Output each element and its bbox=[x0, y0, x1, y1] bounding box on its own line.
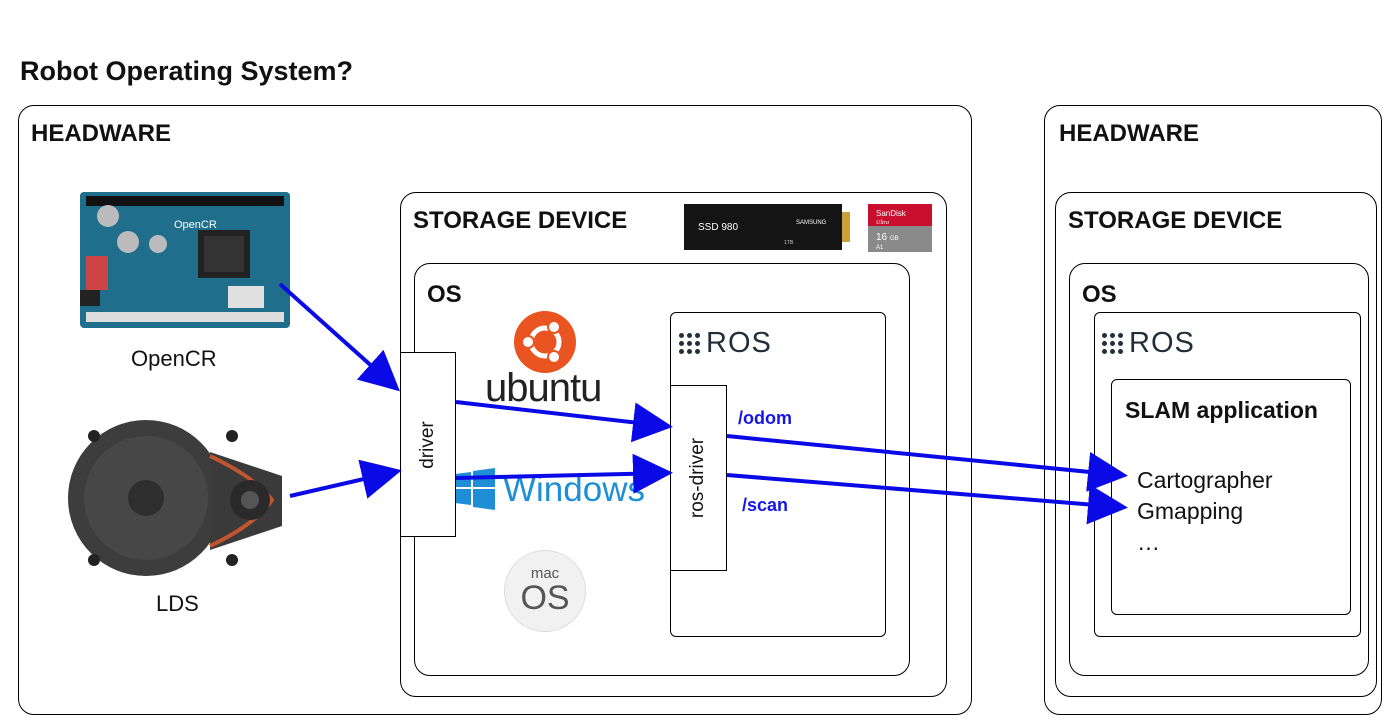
ssd-capacity-text: 1TB bbox=[784, 240, 794, 246]
ubuntu-wordmark: ubuntu bbox=[485, 366, 602, 410]
ros-dots-icon-right bbox=[1102, 333, 1123, 354]
ros-logo: ROS bbox=[679, 327, 772, 360]
macos-logo-icon: mac OS bbox=[504, 550, 586, 632]
storage-label: STORAGE DEVICE bbox=[413, 207, 628, 234]
slam-item-gmapping: Gmapping bbox=[1137, 498, 1244, 524]
os-label: OS bbox=[427, 281, 462, 308]
sd-brand-text: SanDisk bbox=[876, 209, 907, 218]
slam-list: Cartographer Gmapping … bbox=[1137, 465, 1273, 558]
storage-label-right: STORAGE DEVICE bbox=[1068, 207, 1283, 234]
sd-unit-text: GB bbox=[890, 236, 899, 242]
topic-odom-label: /odom bbox=[738, 408, 792, 428]
lds-lidar-image bbox=[60, 414, 292, 580]
driver-label: driver bbox=[416, 420, 438, 469]
ubuntu-logo-icon bbox=[513, 310, 577, 374]
sd-line-text: Ultra bbox=[876, 220, 889, 226]
hardware-label-right: HEADWARE bbox=[1059, 120, 1200, 147]
sd-card-image: SanDisk Ultra 16 GB A1 bbox=[868, 204, 932, 252]
ros-label: ROS bbox=[706, 327, 772, 359]
ssd-brand-text: SAMSUNG bbox=[796, 220, 827, 226]
ros-label-right: ROS bbox=[1129, 327, 1195, 359]
ssd-model-text: SSD 980 bbox=[698, 222, 738, 233]
driver-block: driver bbox=[400, 352, 456, 537]
ros-dots-icon bbox=[679, 333, 700, 354]
lds-caption: LDS bbox=[156, 591, 199, 616]
slam-label: SLAM application bbox=[1125, 397, 1318, 423]
ros-logo-right: ROS bbox=[1102, 327, 1195, 360]
windows-logo-icon bbox=[455, 468, 495, 510]
svg-text:OpenCR: OpenCR bbox=[174, 219, 217, 231]
os-label-right: OS bbox=[1082, 281, 1117, 308]
topic-scan-label: /scan bbox=[742, 495, 789, 515]
windows-wordmark: Windows bbox=[503, 470, 645, 509]
hardware-label: HEADWARE bbox=[31, 120, 172, 147]
ssd-image: SSD 980 SAMSUNG 1TB bbox=[684, 204, 850, 250]
slam-item-more: … bbox=[1137, 529, 1160, 555]
opencr-board-image: OpenCR bbox=[78, 186, 292, 332]
page-title: Robot Operating System? bbox=[20, 56, 354, 86]
ros-driver-label: ros-driver bbox=[687, 437, 709, 519]
slam-box: SLAM application Cartographer Gmapping … bbox=[1111, 379, 1351, 615]
sd-capacity-text: 16 bbox=[876, 232, 888, 243]
sd-rating-text: A1 bbox=[876, 245, 884, 251]
macos-bottom-text: OS bbox=[520, 579, 570, 617]
opencr-caption: OpenCR bbox=[131, 346, 217, 371]
slam-item-cartographer: Cartographer bbox=[1137, 467, 1273, 493]
ros-driver-block: ros-driver bbox=[670, 385, 727, 571]
